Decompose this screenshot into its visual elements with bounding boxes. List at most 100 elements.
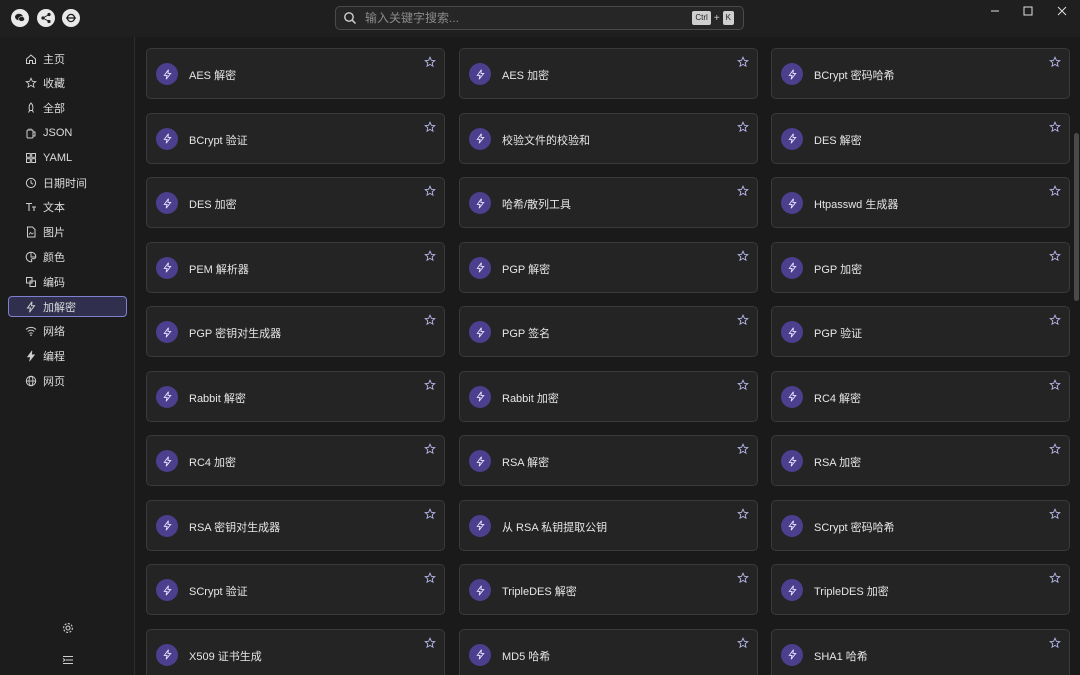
tool-card[interactable]: X509 证书生成 [146, 628, 445, 675]
tool-card[interactable]: DES 加密 [146, 177, 445, 228]
clock-icon [25, 177, 37, 188]
tool-card[interactable]: TripleDES 解密 [459, 564, 758, 615]
sidebar-item-8[interactable]: 颜色 [8, 246, 127, 267]
favorite-star-icon[interactable] [737, 443, 749, 455]
tool-card[interactable]: 校验文件的校验和 [459, 112, 758, 164]
tool-card[interactable]: 哈希/散列工具 [459, 177, 758, 228]
favorite-star-icon[interactable] [424, 185, 436, 197]
search-box[interactable]: Ctrl + K [335, 6, 744, 30]
sidebar-item-12[interactable]: 编程 [8, 346, 127, 367]
favorite-star-icon[interactable] [737, 185, 749, 197]
favorite-star-icon[interactable] [424, 56, 436, 68]
sidebar-item-1[interactable]: 收藏 [8, 73, 127, 94]
favorite-star-icon[interactable] [424, 507, 436, 520]
tool-card[interactable]: SCrypt 密码哈希 [771, 499, 1070, 551]
favorite-star-icon[interactable] [424, 249, 436, 262]
tool-card[interactable]: SHA1 哈希 [771, 628, 1070, 675]
favorite-star-icon[interactable] [1049, 185, 1061, 197]
tool-card[interactable]: Htpasswd 生成器 [771, 177, 1070, 228]
tool-card[interactable]: BCrypt 密码哈希 [771, 48, 1070, 99]
tool-card-label: BCrypt 验证 [189, 134, 248, 147]
rocket-icon [28, 102, 34, 113]
favorite-star-icon[interactable] [1049, 314, 1061, 326]
sidebar-item-11[interactable]: 网络 [8, 321, 127, 342]
bolt-icon [781, 127, 803, 150]
bolt-icon [781, 385, 803, 408]
favorite-star-icon[interactable] [737, 636, 749, 649]
tool-card[interactable]: PGP 验证 [771, 306, 1070, 357]
favorite-star-icon[interactable] [1049, 56, 1061, 68]
tool-card[interactable]: Rabbit 加密 [459, 370, 758, 422]
minimize-button[interactable] [983, 4, 1007, 18]
shortcut-k-key: K [722, 11, 734, 25]
maximize-button[interactable] [1016, 4, 1040, 18]
sidebar-item-2[interactable]: 全部 [8, 98, 127, 119]
close-button[interactable] [1050, 4, 1074, 18]
favorite-star-icon[interactable] [737, 56, 749, 68]
tool-card[interactable]: PGP 加密 [771, 241, 1070, 293]
tool-card[interactable]: RSA 解密 [459, 435, 758, 486]
tool-card[interactable]: TripleDES 加密 [771, 564, 1070, 615]
favorite-star-icon[interactable] [1049, 507, 1061, 520]
bolt-icon [469, 321, 491, 343]
search-input[interactable] [363, 10, 693, 26]
collapse-sidebar-button[interactable] [62, 653, 74, 665]
favorite-star-icon[interactable] [737, 314, 749, 326]
sync-icon[interactable] [62, 9, 80, 27]
favorite-star-icon[interactable] [1049, 443, 1061, 455]
favorite-star-icon[interactable] [737, 378, 749, 391]
favorite-star-icon[interactable] [1049, 120, 1061, 133]
favorite-star-icon[interactable] [424, 120, 436, 133]
tool-card-label: DES 加密 [189, 199, 237, 211]
tool-card[interactable]: Rabbit 解密 [146, 370, 445, 422]
favorite-star-icon[interactable] [737, 249, 749, 262]
bolt-icon [156, 514, 178, 537]
sidebar-item-0[interactable]: 主页 [8, 48, 127, 69]
tool-card[interactable]: PEM 解析器 [146, 241, 445, 293]
favorite-star-icon[interactable] [424, 636, 436, 649]
tool-card-label: X509 证书生成 [189, 650, 262, 663]
favorite-star-icon[interactable] [1049, 378, 1061, 391]
grid-icon [26, 152, 36, 163]
favorite-star-icon[interactable] [1049, 636, 1061, 649]
tool-card[interactable]: BCrypt 验证 [146, 112, 445, 164]
favorite-star-icon[interactable] [424, 378, 436, 391]
scrollbar[interactable] [1074, 133, 1079, 301]
tool-card[interactable]: PGP 密钥对生成器 [146, 306, 445, 357]
tool-card[interactable]: PGP 签名 [459, 306, 758, 357]
tool-card[interactable]: RC4 加密 [146, 435, 445, 486]
tool-card[interactable]: 从 RSA 私钥提取公钥 [459, 499, 758, 551]
tool-card[interactable]: MD5 哈希 [459, 628, 758, 675]
favorite-star-icon[interactable] [424, 314, 436, 326]
sidebar-item-label: 文本 [43, 202, 65, 215]
tool-card[interactable]: RSA 密钥对生成器 [146, 499, 445, 551]
sidebar-item-4[interactable]: YAML [8, 147, 127, 168]
sidebar-item-3[interactable]: JSON [8, 122, 127, 143]
favorite-star-icon[interactable] [1049, 572, 1061, 584]
sidebar-item-13[interactable]: 网页 [8, 370, 127, 391]
sidebar-item-9[interactable]: 编码 [8, 271, 127, 292]
tool-card-label: SCrypt 验证 [189, 586, 248, 598]
favorite-star-icon[interactable] [737, 120, 749, 133]
settings-button[interactable] [62, 621, 74, 633]
sidebar-item-10[interactable]: 加解密 [8, 296, 127, 317]
favorite-star-icon[interactable] [424, 443, 436, 455]
tool-card-label: MD5 哈希 [502, 650, 551, 663]
favorite-star-icon[interactable] [424, 572, 436, 584]
favorite-star-icon[interactable] [737, 572, 749, 584]
tool-card[interactable]: DES 解密 [771, 112, 1070, 164]
wechat-icon[interactable] [11, 9, 29, 27]
sidebar-item-6[interactable]: 文本 [8, 197, 127, 218]
sidebar-item-7[interactable]: 图片 [8, 222, 127, 243]
tool-card[interactable]: AES 解密 [146, 48, 445, 99]
favorite-star-icon[interactable] [1049, 249, 1061, 262]
share-icon[interactable] [37, 9, 55, 27]
tool-card[interactable]: PGP 解密 [459, 241, 758, 293]
tool-card[interactable]: SCrypt 验证 [146, 564, 445, 615]
tool-card[interactable]: RSA 加密 [771, 435, 1070, 486]
tool-card[interactable]: AES 加密 [459, 48, 758, 99]
sidebar-item-5[interactable]: 日期时间 [8, 172, 127, 193]
favorite-star-icon[interactable] [737, 507, 749, 520]
tool-card[interactable]: RC4 解密 [771, 370, 1070, 422]
wifi-icon [25, 327, 37, 337]
